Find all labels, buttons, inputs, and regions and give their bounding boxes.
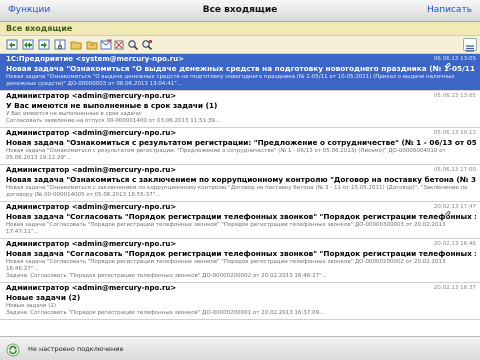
message-date: 05.06.13 19:12: [433, 130, 476, 136]
message-date: 20.02.13 16:37: [433, 285, 476, 291]
message-subject: Новая задача "Согласовать "Порядок регис…: [6, 249, 476, 258]
message-preview: Новые задачи (2) Задача: Согласовать "По…: [6, 303, 325, 316]
search-icon[interactable]: [127, 39, 139, 50]
message-subject: Новая задача "Согласовать "Порядок регис…: [6, 212, 476, 221]
message-subject: Новая задача "Ознакомиться с заключением…: [6, 175, 476, 184]
message-subject: У Вас имеются не выполненные в срок зада…: [6, 101, 218, 110]
mail-icon[interactable]: [100, 39, 112, 50]
toolbar: [0, 36, 480, 54]
message-preview: У Вас имеются не выполненные в срок зада…: [6, 111, 221, 124]
list-icon[interactable]: [463, 38, 477, 52]
message-date: 06.06.13 13:05: [433, 56, 476, 62]
message-sender: Администратор <admin@mercury-npo.ru>: [6, 203, 177, 211]
message-item[interactable]: Администратор <admin@mercury-npo.ru> 05.…: [0, 128, 480, 165]
message-subject: Новая задача "Ознакомиться "О выдаче ден…: [6, 64, 476, 73]
search-settings-icon[interactable]: [141, 39, 153, 50]
message-preview: Новая задача "Ознакомиться с заключением…: [6, 185, 468, 198]
message-item[interactable]: Администратор <admin@mercury-npo.ru> 05.…: [0, 91, 480, 128]
forward-icon[interactable]: [38, 39, 50, 50]
status-bar: Не настроено подключение: [0, 336, 480, 360]
message-sender: Администратор <admin@mercury-npo.ru>: [6, 240, 177, 248]
message-item[interactable]: Администратор <admin@mercury-npo.ru> 20.…: [0, 283, 480, 320]
message-sender: Администратор <admin@mercury-npo.ru>: [6, 166, 177, 174]
message-subject: Новая задача "Ознакомиться с результатом…: [6, 138, 476, 147]
message-list: 1С:Предприятие <system@mercury-npo.ru> 0…: [0, 54, 480, 336]
reply-all-icon[interactable]: [22, 39, 34, 50]
navigation-bar: Функции Все входящие Написать: [0, 0, 480, 22]
message-date: 05.06.13 13:05: [433, 93, 476, 99]
message-item[interactable]: 1С:Предприятие <system@mercury-npo.ru> 0…: [0, 54, 480, 91]
message-sender: Администратор <admin@mercury-npo.ru>: [6, 92, 177, 100]
message-preview: Новая задача "Ознакомиться с результатом…: [6, 148, 446, 161]
compose-button[interactable]: Написать: [427, 5, 472, 15]
section-label: Все входящие: [6, 24, 73, 33]
message-preview: Новая задача "Ознакомиться "О выдаче ден…: [6, 74, 455, 87]
message-item[interactable]: Администратор <admin@mercury-npo.ru> 20.…: [0, 239, 480, 283]
message-sender: 1С:Предприятие <system@mercury-npo.ru>: [6, 55, 184, 63]
section-header: Все входящие: [0, 22, 480, 36]
delete-icon[interactable]: [113, 39, 125, 50]
page-title: Все входящие: [202, 5, 278, 15]
message-item[interactable]: Администратор <admin@mercury-npo.ru> 05.…: [0, 165, 480, 202]
reply-icon[interactable]: [6, 39, 18, 50]
message-date: 20.02.13 17:47: [433, 204, 476, 210]
app: Функции Все входящие Написать Все входящ…: [0, 0, 480, 360]
connection-status: Не настроено подключение: [28, 345, 124, 353]
inbox-icon[interactable]: [86, 39, 98, 50]
folder-icon[interactable]: [70, 39, 82, 50]
message-preview: Новая задача "Согласовать "Порядок регис…: [6, 259, 446, 279]
message-date: 20.02.13 16:46: [433, 241, 476, 247]
message-subject: Новые задачи (2): [6, 293, 81, 302]
sync-icon[interactable]: [6, 342, 20, 357]
attach-icon[interactable]: [54, 39, 66, 50]
message-item[interactable]: Администратор <admin@mercury-npo.ru> 20.…: [0, 202, 480, 239]
message-sender: Администратор <admin@mercury-npo.ru>: [6, 129, 177, 137]
message-preview: Новая задача "Согласовать "Порядок регис…: [6, 222, 446, 235]
message-date: 05.06.13 17:00: [433, 167, 476, 173]
message-sender: Администратор <admin@mercury-npo.ru>: [6, 284, 177, 292]
functions-button[interactable]: Функции: [8, 5, 50, 15]
